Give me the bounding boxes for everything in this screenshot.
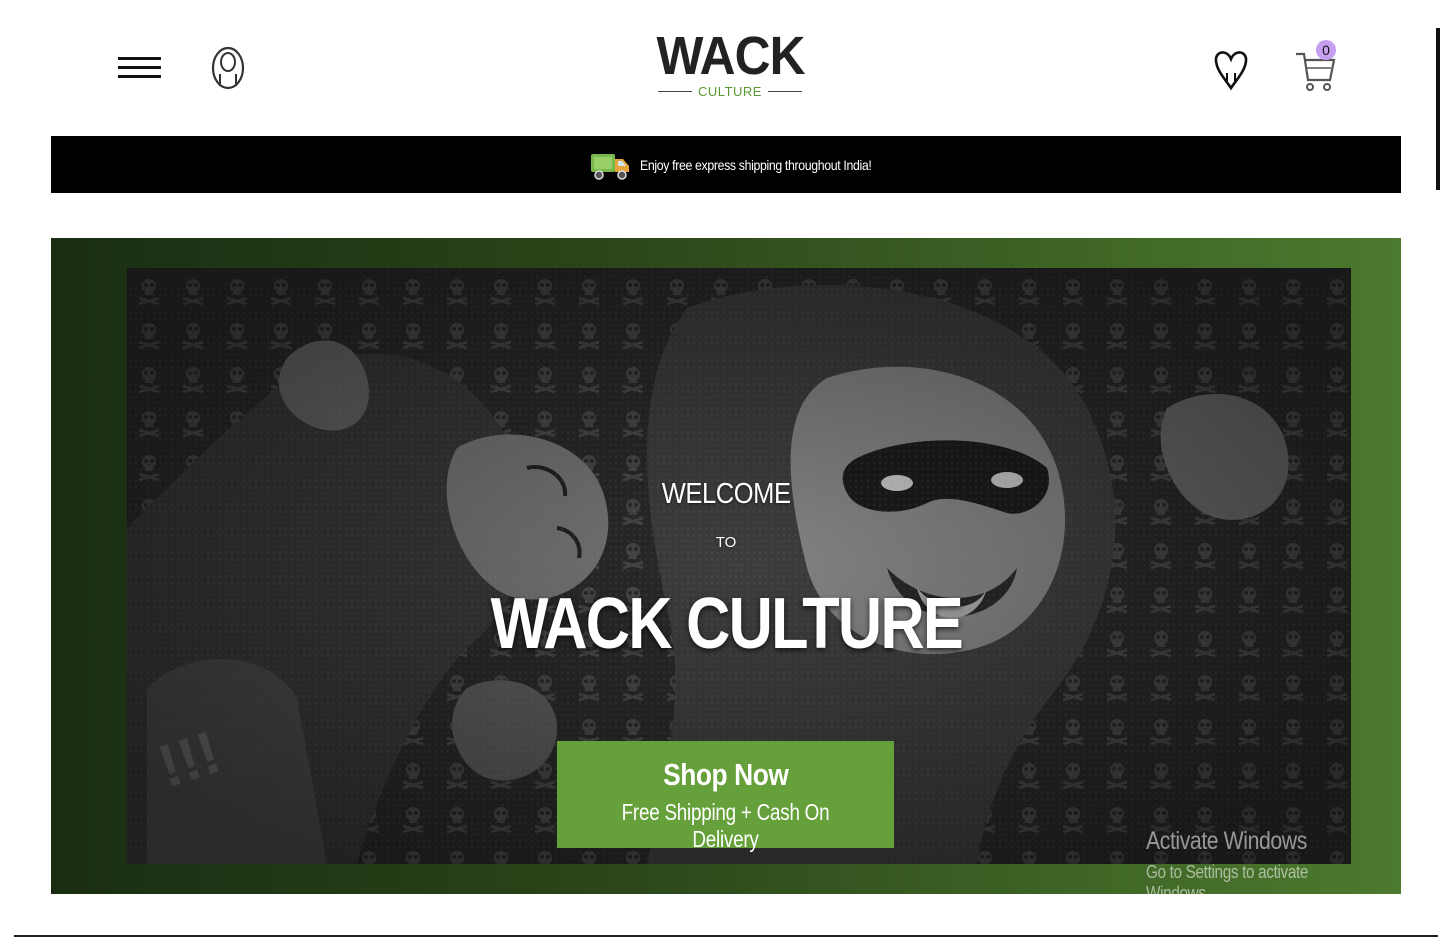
hamburger-menu-icon[interactable] [118, 57, 162, 79]
hero-to: TO [715, 534, 737, 551]
section-divider [14, 935, 1438, 937]
shipping-banner: Enjoy free express shipping throughout I… [51, 136, 1401, 193]
cart-count-badge: 0 [1316, 40, 1336, 60]
scrollbar[interactable] [1436, 28, 1440, 190]
hero-banner: !!! WELCOME TO WACK CULTURE Shop Now Fre… [51, 238, 1401, 903]
site-logo[interactable]: WACK CULTURE [640, 28, 820, 108]
hero-content: WELCOME TO WACK CULTURE Shop Now Free Sh… [51, 238, 1401, 903]
truck-icon [590, 153, 629, 180]
site-header: WACK CULTURE 0 [0, 0, 1440, 130]
shop-now-button[interactable]: Shop Now Free Shipping + Cash On Deliver… [557, 741, 894, 852]
user-icon[interactable] [208, 44, 248, 92]
logo-sub: CULTURE [640, 84, 820, 99]
shop-now-sublabel: Free Shipping + Cash On Delivery [621, 799, 830, 852]
shipping-text: Enjoy free express shipping throughout I… [639, 156, 872, 173]
cart-button[interactable]: 0 [1294, 40, 1342, 94]
hero-headline: WACK CULTURE [490, 584, 963, 664]
hero-welcome: WELCOME [661, 478, 791, 510]
windows-activation-watermark: Activate Windows Go to Settings to activ… [1146, 827, 1309, 903]
heart-icon[interactable] [1213, 47, 1249, 91]
logo-sub-text: CULTURE [698, 84, 762, 99]
shop-now-label: Shop Now [662, 757, 789, 792]
logo-main-text: WACK [655, 26, 805, 86]
page: WACK CULTURE 0 Enjoy free express shippi… [0, 0, 1440, 938]
